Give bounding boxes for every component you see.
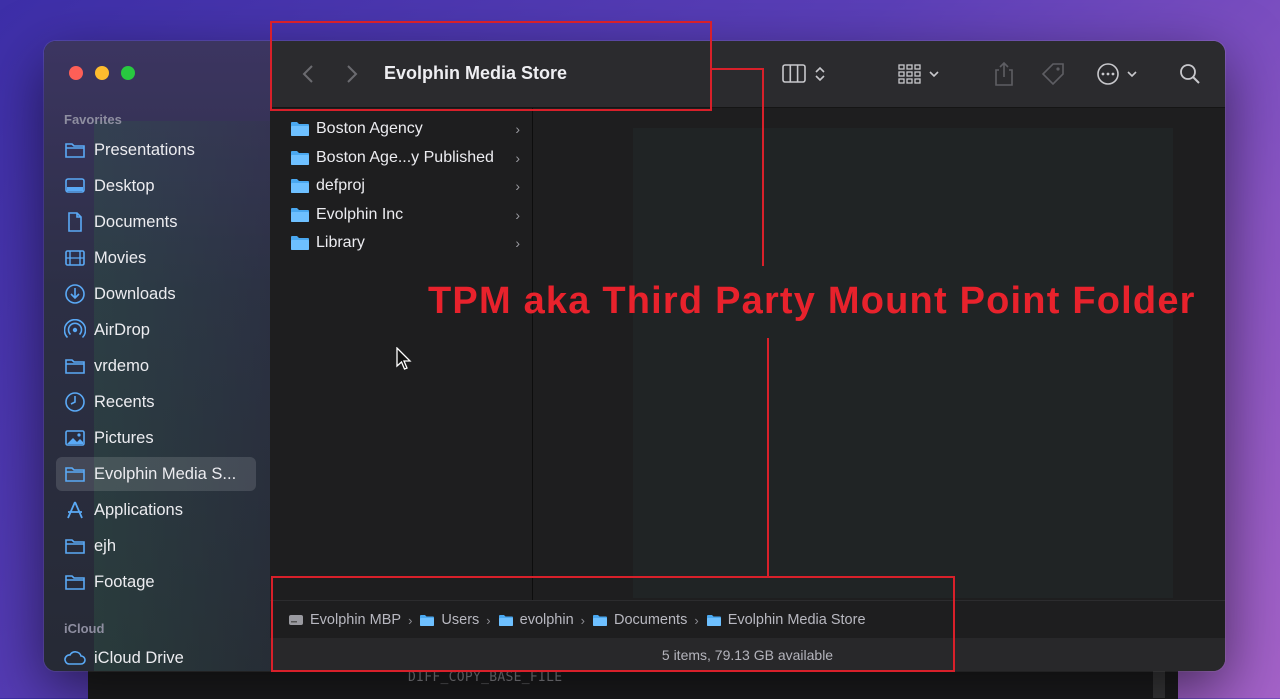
favorites-section-label: Favorites	[64, 112, 122, 127]
document-icon	[64, 211, 86, 233]
list-item-label: defproj	[316, 177, 365, 194]
sidebar-item-evolphin-media-s[interactable]: Evolphin Media S...	[56, 457, 256, 491]
close-window-button[interactable]	[69, 66, 83, 80]
chevron-right-icon: ›	[515, 178, 520, 194]
sidebar-item-presentations[interactable]: Presentations	[56, 133, 256, 167]
search-button[interactable]	[1178, 61, 1202, 87]
sidebar-item-label: iCloud Drive	[94, 648, 184, 667]
grid-group-icon	[898, 64, 921, 84]
folder-icon	[64, 535, 86, 557]
icloud-section-label: iCloud	[64, 621, 105, 636]
folder-icon	[64, 139, 86, 161]
sidebar-item-ejh[interactable]: ejh	[56, 529, 256, 563]
sidebar-item-recents[interactable]: Recents	[56, 385, 256, 419]
sidebar-item-desktop[interactable]: Desktop	[56, 169, 256, 203]
sidebar-item-label: Presentations	[94, 140, 195, 159]
sidebar-item-label: ejh	[94, 536, 117, 555]
tag-icon	[1041, 63, 1064, 86]
folder-icon	[64, 463, 86, 485]
sidebar-item-label: Recents	[94, 392, 155, 411]
mouse-cursor	[396, 346, 412, 376]
sidebar-item-downloads[interactable]: Downloads	[56, 277, 256, 311]
background-terminal-text: DIFF_COPY_BASE_FILE	[408, 670, 563, 685]
more-actions-button[interactable]	[1092, 61, 1142, 87]
folder-icon	[64, 355, 86, 377]
photo-icon	[64, 427, 86, 449]
sidebar-item-movies[interactable]: Movies	[56, 241, 256, 275]
sidebar-item-label: Evolphin Media S...	[94, 464, 237, 483]
folder-icon	[290, 121, 310, 137]
chevron-down-icon	[1127, 71, 1137, 78]
sidebar-item-label: Downloads	[94, 284, 176, 303]
sidebar-item-label: Movies	[94, 248, 147, 267]
folder-icon	[64, 571, 86, 593]
list-item[interactable]: Library ›	[290, 230, 520, 256]
chevron-right-icon: ›	[515, 235, 520, 251]
sidebar-item-footage[interactable]: Footage	[56, 565, 256, 599]
annotation-connector	[767, 338, 769, 576]
sidebar-item-label: Footage	[94, 572, 155, 591]
annotation-connector	[762, 68, 764, 266]
sidebar-item-label: Documents	[94, 212, 178, 231]
film-icon	[64, 247, 86, 269]
chevron-right-icon: ›	[515, 149, 520, 166]
folder-icon	[290, 150, 310, 166]
zoom-window-button[interactable]	[121, 66, 135, 80]
sidebar-item-documents[interactable]: Documents	[56, 205, 256, 239]
annotation-title-box	[270, 21, 712, 111]
share-button[interactable]	[992, 59, 1016, 89]
sidebar-item-vrdemo[interactable]: vrdemo	[56, 349, 256, 383]
sidebar: Favorites Presentations Desktop Documents M…	[44, 41, 271, 671]
list-item-label: Evolphin Inc	[316, 205, 404, 223]
sidebar-item-label: vrdemo	[94, 356, 150, 375]
tag-button[interactable]	[1038, 59, 1068, 89]
list-item-label: Library	[316, 234, 365, 251]
columns-view-icon	[782, 64, 806, 83]
applications-icon	[64, 499, 86, 521]
ellipsis-circle-icon	[1097, 63, 1119, 85]
airdrop-icon	[64, 319, 86, 341]
folder-icon	[290, 207, 310, 223]
view-mode-button[interactable]	[776, 61, 832, 87]
list-item[interactable]: defproj ›	[290, 173, 520, 199]
list-item-label: Boston Age...y Published	[316, 148, 494, 166]
sidebar-item-pictures[interactable]: Pictures	[56, 421, 256, 455]
sidebar-item-label: Desktop	[94, 176, 155, 195]
list-item-label: Boston Agency	[316, 120, 423, 137]
annotation-label: TPM aka Third Party Mount Point Folder	[428, 280, 1196, 322]
group-button[interactable]	[894, 61, 944, 87]
clock-icon	[64, 391, 86, 413]
sidebar-item-applications[interactable]: Applications	[56, 493, 256, 527]
cloud-icon	[64, 647, 86, 669]
annotation-connector	[710, 68, 763, 70]
list-item[interactable]: Boston Age...y Published ›	[290, 145, 520, 171]
sidebar-item-label: Pictures	[94, 428, 154, 447]
folder-icon	[290, 178, 310, 194]
share-icon	[995, 61, 1013, 86]
sidebar-item-icloud-drive[interactable]: iCloud Drive	[56, 641, 256, 671]
chevron-right-icon: ›	[515, 121, 520, 137]
minimize-window-button[interactable]	[95, 66, 109, 80]
search-icon	[1180, 64, 1200, 84]
sidebar-item-airdrop[interactable]: AirDrop	[56, 313, 256, 347]
list-item[interactable]: Boston Agency ›	[290, 116, 520, 142]
up-down-chevron-icon	[815, 66, 825, 82]
sidebar-item-label: Applications	[94, 500, 183, 519]
sidebar-item-label: AirDrop	[94, 320, 150, 339]
folder-icon	[290, 235, 310, 251]
chevron-right-icon: ›	[515, 206, 520, 223]
list-item[interactable]: Evolphin Inc ›	[290, 202, 520, 228]
download-icon	[64, 283, 86, 305]
chevron-down-icon	[929, 71, 939, 78]
desktop-icon	[64, 175, 86, 197]
annotation-path-box	[271, 576, 955, 672]
column-browser-empty-pane[interactable]	[533, 108, 1225, 600]
